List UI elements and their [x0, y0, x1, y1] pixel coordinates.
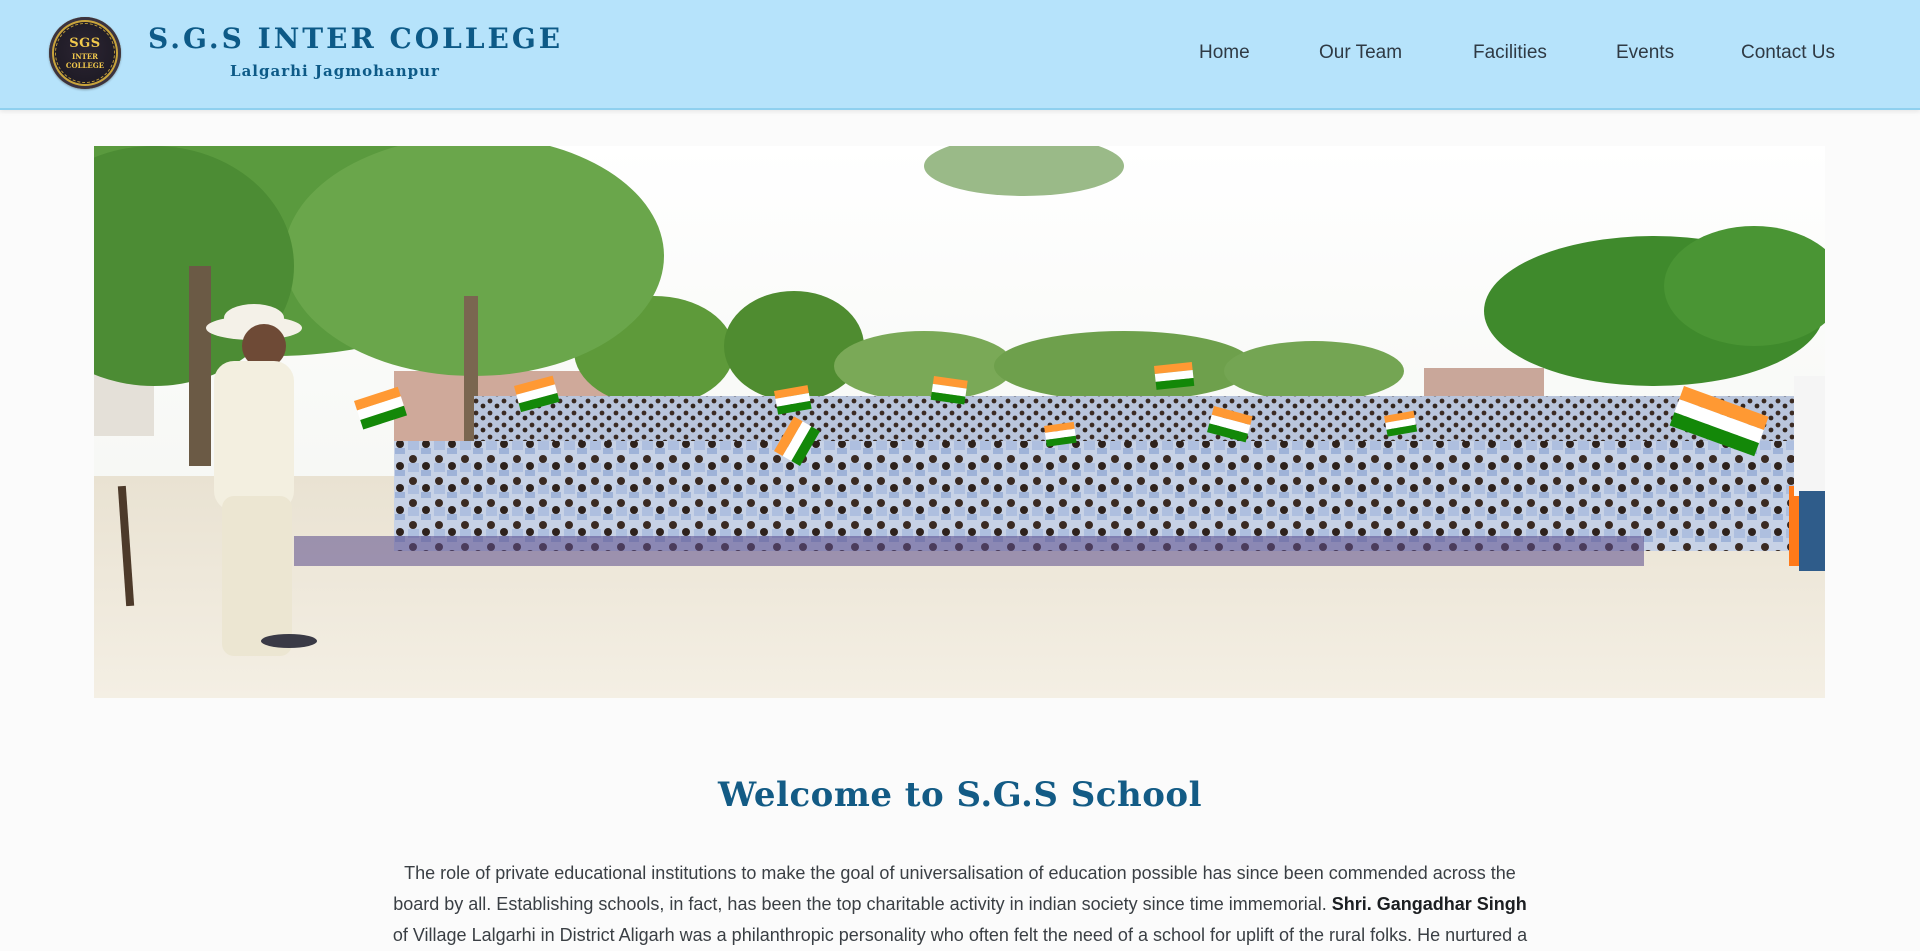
welcome-heading: Welcome to S.G.S School	[718, 774, 1202, 815]
nav-events[interactable]: Events	[1616, 42, 1674, 64]
site-title[interactable]: S.G.S INTER COLLEGE	[148, 22, 563, 55]
logo-text-inter: INTER	[71, 52, 99, 61]
logo-text-sgs: SGS	[69, 36, 101, 51]
site-subtitle: Lalgarhi Jagmohanpur	[230, 62, 440, 80]
intro-paragraph: The role of private educational institut…	[390, 858, 1530, 951]
nav-home[interactable]: Home	[1199, 42, 1250, 64]
nav-contact-us[interactable]: Contact Us	[1741, 42, 1835, 64]
intro-text-part2: of Village Lalgarhi in District Aligarh …	[392, 925, 1528, 945]
site-header: SGS INTER COLLEGE S.G.S INTER COLLEGE La…	[0, 0, 1920, 110]
college-logo[interactable]: SGS INTER COLLEGE	[49, 17, 121, 89]
nav-facilities[interactable]: Facilities	[1473, 42, 1547, 64]
hero-photo-illustration	[94, 146, 1825, 698]
logo-text-college: COLLEGE	[65, 61, 105, 70]
hero-image	[94, 146, 1825, 698]
nav-our-team[interactable]: Our Team	[1319, 42, 1402, 64]
founder-name: Shri. Gangadhar Singh	[1331, 894, 1527, 914]
